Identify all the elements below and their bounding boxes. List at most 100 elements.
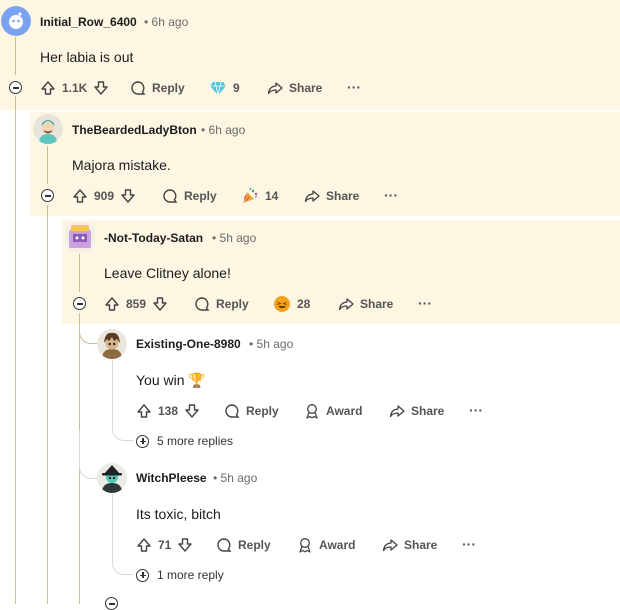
- separator-dot: •: [249, 337, 254, 351]
- username[interactable]: Existing-One-8980: [136, 337, 241, 351]
- upvote-icon[interactable]: [40, 80, 56, 96]
- reply-bubble-icon: [224, 403, 240, 419]
- upvote-icon[interactable]: [136, 403, 152, 419]
- share-button[interactable]: Share: [304, 188, 359, 204]
- more-options-button[interactable]: ···: [418, 295, 432, 311]
- more-replies-label: 5 more replies: [157, 434, 234, 448]
- thread-line: [15, 37, 16, 75]
- reply-bubble-icon: [162, 188, 178, 204]
- more-options-button[interactable]: ···: [384, 187, 398, 203]
- party-popper-award-icon: [241, 187, 259, 205]
- reply-button[interactable]: Reply: [130, 80, 185, 96]
- award-button[interactable]: 14: [241, 187, 278, 205]
- more-options-button[interactable]: ···: [347, 79, 361, 95]
- reply-button[interactable]: Reply: [224, 403, 279, 419]
- reply-label: Reply: [184, 189, 217, 203]
- share-label: Share: [326, 189, 360, 203]
- share-arrow-icon: [338, 296, 354, 312]
- award-ribbon-icon: [297, 537, 313, 553]
- time-text: 5h ago: [219, 231, 257, 245]
- thread-line: [79, 254, 80, 292]
- more-replies-button[interactable]: 5 more replies: [136, 434, 233, 448]
- avatar[interactable]: [97, 329, 127, 359]
- share-button[interactable]: Share: [267, 80, 322, 96]
- laughing-face-award-icon: [273, 295, 291, 313]
- vote-group: 138: [136, 403, 200, 419]
- reply-button[interactable]: Reply: [162, 188, 217, 204]
- award-button[interactable]: 9: [209, 80, 240, 96]
- share-label: Share: [289, 81, 323, 95]
- award-button[interactable]: Award: [297, 537, 355, 553]
- reply-bubble-icon: [194, 296, 210, 312]
- timestamp: • 6h ago: [144, 15, 188, 29]
- username[interactable]: WitchPleese: [136, 471, 207, 485]
- collapse-button[interactable]: [9, 81, 22, 94]
- collapse-button[interactable]: [41, 189, 54, 202]
- downvote-icon[interactable]: [93, 80, 109, 96]
- time-text: 6h ago: [151, 15, 189, 29]
- vote-count: 1.1K: [62, 81, 88, 95]
- reply-button[interactable]: Reply: [194, 296, 249, 312]
- award-button[interactable]: Award: [304, 403, 362, 419]
- award-count: 14: [265, 189, 279, 203]
- more-options-button[interactable]: ···: [462, 536, 476, 552]
- award-count: 28: [297, 297, 311, 311]
- comment-text: Her labia is out: [40, 49, 134, 65]
- downvote-icon[interactable]: [120, 188, 136, 204]
- award-button[interactable]: 28: [273, 295, 310, 313]
- thread-connector: [112, 420, 133, 441]
- diamond-award-icon: [209, 80, 227, 96]
- avatar[interactable]: [65, 222, 95, 252]
- more-options-icon: ···: [384, 187, 398, 203]
- comment-text: Leave Clitney alone!: [104, 265, 231, 281]
- time-text: 5h ago: [256, 337, 294, 351]
- reply-label: Reply: [238, 538, 271, 552]
- share-arrow-icon: [389, 403, 405, 419]
- thread-connector: [15, 96, 31, 130]
- share-button[interactable]: Share: [389, 403, 444, 419]
- time-text: 6h ago: [208, 123, 246, 137]
- more-options-icon: ···: [418, 295, 432, 311]
- thread-line: [47, 205, 48, 604]
- more-options-button[interactable]: ···: [469, 402, 483, 418]
- share-button[interactable]: Share: [338, 296, 393, 312]
- collapse-button[interactable]: [73, 297, 86, 310]
- vote-group: 1.1K: [40, 80, 109, 96]
- avatar[interactable]: [1, 6, 31, 36]
- more-replies-button[interactable]: 1 more reply: [136, 568, 224, 582]
- thread-connector: [79, 430, 98, 479]
- username[interactable]: -Not-Today-Satan: [104, 231, 203, 245]
- vote-count: 859: [126, 297, 147, 311]
- more-options-icon: ···: [347, 79, 361, 95]
- more-options-icon: ···: [469, 402, 483, 418]
- share-label: Share: [404, 538, 438, 552]
- vote-group: 909: [72, 188, 136, 204]
- vote-count: 909: [94, 189, 115, 203]
- separator-dot: •: [212, 231, 217, 245]
- reply-bubble-icon: [130, 80, 146, 96]
- share-button[interactable]: Share: [382, 537, 437, 553]
- thread-connector: [112, 554, 133, 575]
- reply-button[interactable]: Reply: [216, 537, 271, 553]
- avatar[interactable]: [33, 114, 63, 144]
- vote-group: 859: [104, 296, 168, 312]
- timestamp: • 5h ago: [249, 337, 293, 351]
- avatar[interactable]: [97, 463, 127, 493]
- timestamp: • 5h ago: [212, 231, 256, 245]
- more-replies-label: 1 more reply: [157, 568, 224, 582]
- username[interactable]: TheBeardedLadyBton: [72, 123, 197, 137]
- award-ribbon-icon: [304, 403, 320, 419]
- reply-label: Reply: [216, 297, 249, 311]
- username[interactable]: Initial_Row_6400: [40, 15, 137, 29]
- downvote-icon[interactable]: [184, 403, 200, 419]
- upvote-icon[interactable]: [104, 296, 120, 312]
- downvote-icon[interactable]: [152, 296, 168, 312]
- upvote-icon[interactable]: [136, 537, 152, 553]
- reply-label: Reply: [246, 404, 279, 418]
- reply-bubble-icon: [216, 537, 232, 553]
- separator-dot: •: [213, 471, 218, 485]
- separator-dot: •: [201, 123, 206, 137]
- award-label: Award: [319, 538, 356, 552]
- upvote-icon[interactable]: [72, 188, 88, 204]
- downvote-icon[interactable]: [177, 537, 193, 553]
